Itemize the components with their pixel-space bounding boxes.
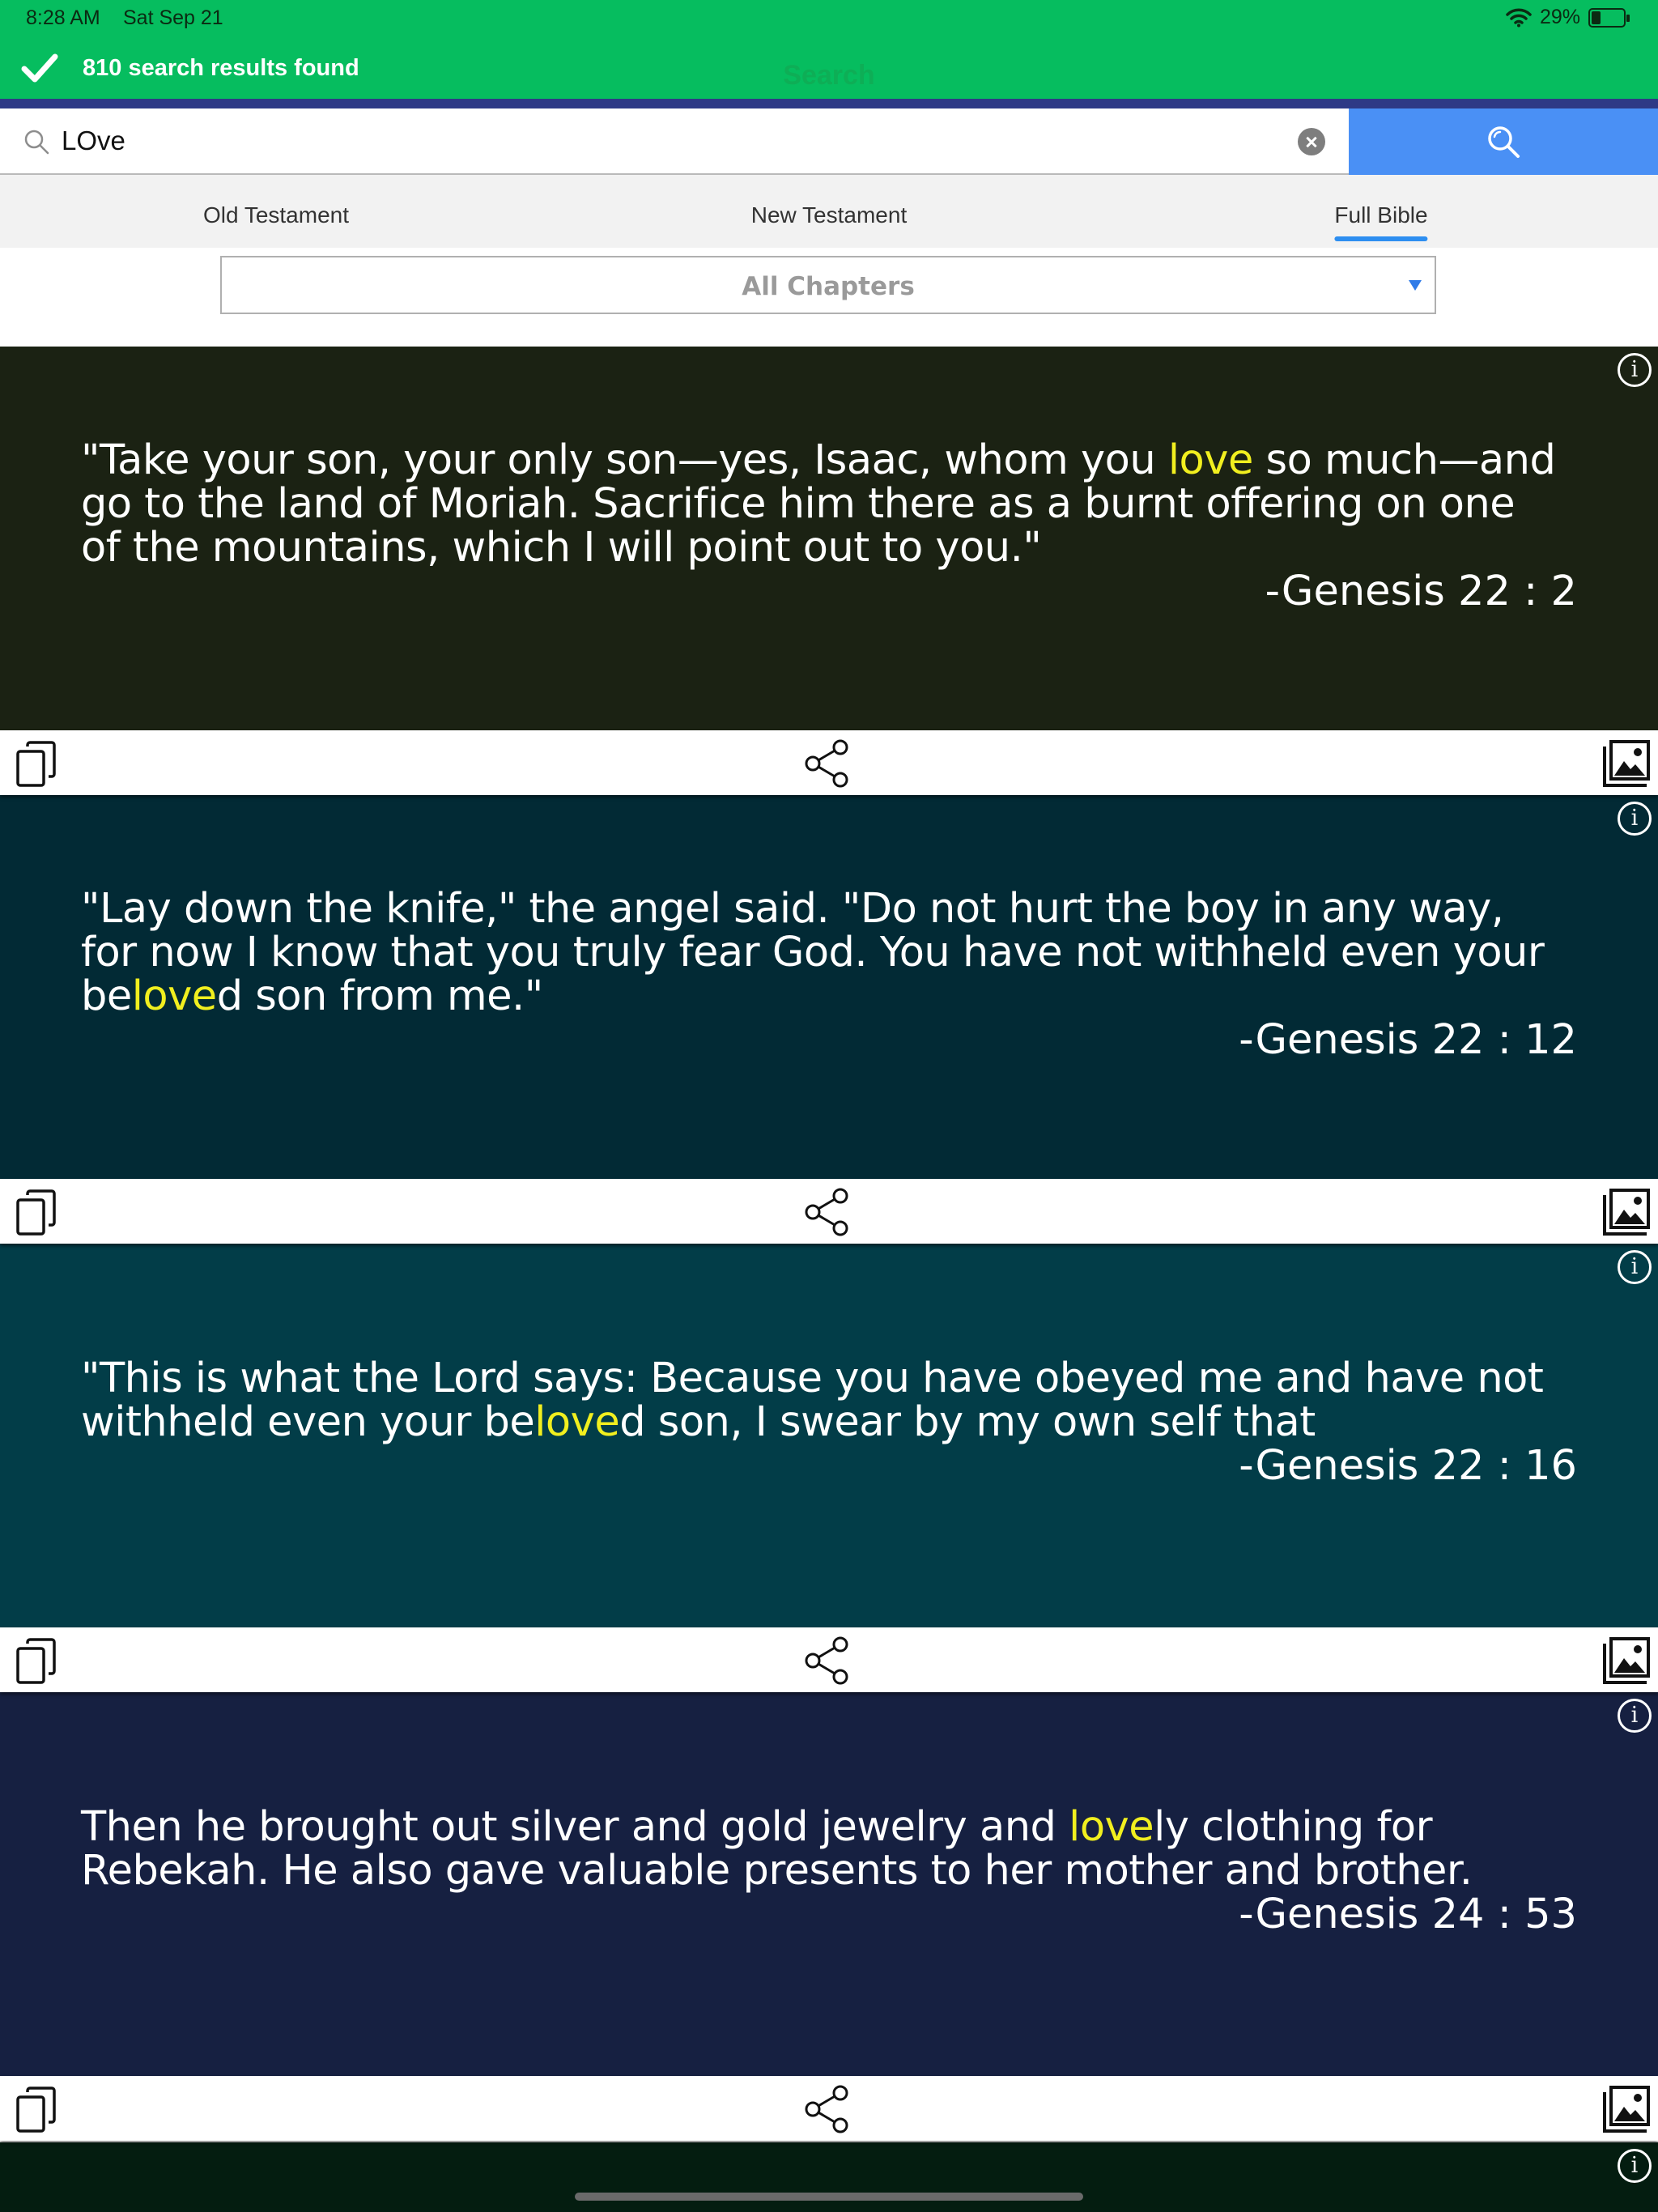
image-icon[interactable]: [1601, 1187, 1652, 1237]
nav-bar-edge: [0, 99, 1658, 108]
verse-card: i "Lay down the knife," the angel said. …: [0, 795, 1658, 1179]
toast-message: 810 search results found: [83, 55, 359, 81]
chapter-filter: All Chapters: [0, 248, 1658, 347]
search-results-toast: Search 810 search results found: [0, 39, 1658, 99]
verse-actions: [0, 2076, 1658, 2141]
verse-actions: [0, 1627, 1658, 1692]
verse-text: "Lay down the knife," the angel said. "D…: [81, 887, 1562, 1019]
verse-card-next: i: [0, 2142, 1658, 2212]
verse-reference: -Genesis 22 : 12: [1239, 1016, 1577, 1064]
info-icon[interactable]: i: [1618, 2149, 1652, 2183]
info-icon[interactable]: i: [1618, 1250, 1652, 1284]
testament-tabs: Old Testament New Testament Full Bible: [0, 175, 1658, 248]
search-icon: [1488, 126, 1520, 158]
checkmark-icon: [21, 53, 58, 83]
chapter-dropdown[interactable]: All Chapters: [220, 256, 1436, 314]
home-indicator[interactable]: [575, 2193, 1083, 2201]
verse-text: Then he brought out silver and gold jewe…: [81, 1806, 1562, 1893]
share-icon[interactable]: [801, 737, 855, 790]
verse-reference: -Genesis 22 : 2: [1265, 568, 1577, 615]
tab-new-testament[interactable]: New Testament: [751, 202, 907, 228]
verse-text-segment: "Take your son, your only son—yes, Isaac…: [81, 436, 1168, 484]
verse-card: i "This is what the Lord says: Because y…: [0, 1244, 1658, 1627]
info-icon[interactable]: i: [1618, 353, 1652, 387]
battery-icon: [1588, 7, 1630, 28]
verse-text-segment: Then he brought out silver and gold jewe…: [81, 1803, 1069, 1851]
chapter-dropdown-value: All Chapters: [742, 272, 915, 301]
battery-percent: 29%: [1539, 6, 1580, 28]
clear-search-button[interactable]: [1298, 128, 1325, 155]
tab-old-testament[interactable]: Old Testament: [203, 202, 349, 228]
status-date: Sat Sep 21: [123, 6, 223, 29]
verse-text-segment: d son, I swear by my own self that: [619, 1398, 1316, 1446]
verse-highlight: love: [1167, 436, 1253, 484]
copy-icon[interactable]: [15, 2086, 58, 2134]
status-bar: 8:28 AM Sat Sep 21 29%: [0, 0, 1658, 39]
tab-full-bible[interactable]: Full Bible: [1334, 202, 1428, 241]
verse-card: i "Take your son, your only son—yes, Isa…: [0, 347, 1658, 730]
verse-reference: -Genesis 22 : 16: [1239, 1442, 1577, 1490]
info-icon[interactable]: i: [1618, 802, 1652, 836]
verse-card: i Then he brought out silver and gold je…: [0, 1692, 1658, 2076]
search-icon: [24, 130, 49, 155]
info-icon[interactable]: i: [1618, 1699, 1652, 1733]
verse-highlight: love: [131, 972, 217, 1020]
status-right: 29%: [1506, 6, 1630, 29]
image-icon[interactable]: [1601, 1636, 1652, 1686]
search-input[interactable]: [62, 123, 1276, 159]
wifi-icon: [1506, 8, 1532, 27]
copy-icon[interactable]: [15, 1637, 58, 1686]
verse-actions: [0, 1179, 1658, 1244]
copy-icon[interactable]: [15, 740, 58, 789]
verse-text: "This is what the Lord says: Because you…: [81, 1357, 1562, 1444]
verse-highlight: love: [534, 1398, 620, 1446]
status-time: 8:28 AM: [26, 6, 100, 29]
share-icon[interactable]: [801, 1634, 855, 1687]
battery-fill: [1592, 11, 1601, 24]
dropdown-arrow-icon: [1409, 280, 1422, 291]
image-icon[interactable]: [1601, 2084, 1652, 2134]
verse-actions: [0, 730, 1658, 795]
share-icon[interactable]: [801, 2082, 855, 2136]
verse-text: "Take your son, your only son—yes, Isaac…: [81, 439, 1562, 570]
verse-reference: -Genesis 24 : 53: [1239, 1891, 1577, 1938]
search-button[interactable]: [1349, 108, 1658, 175]
share-icon[interactable]: [801, 1185, 855, 1239]
verse-text-segment: d son from me.": [216, 972, 544, 1020]
image-icon[interactable]: [1601, 738, 1652, 789]
copy-icon[interactable]: [15, 1189, 58, 1237]
verse-highlight: love: [1069, 1803, 1154, 1851]
